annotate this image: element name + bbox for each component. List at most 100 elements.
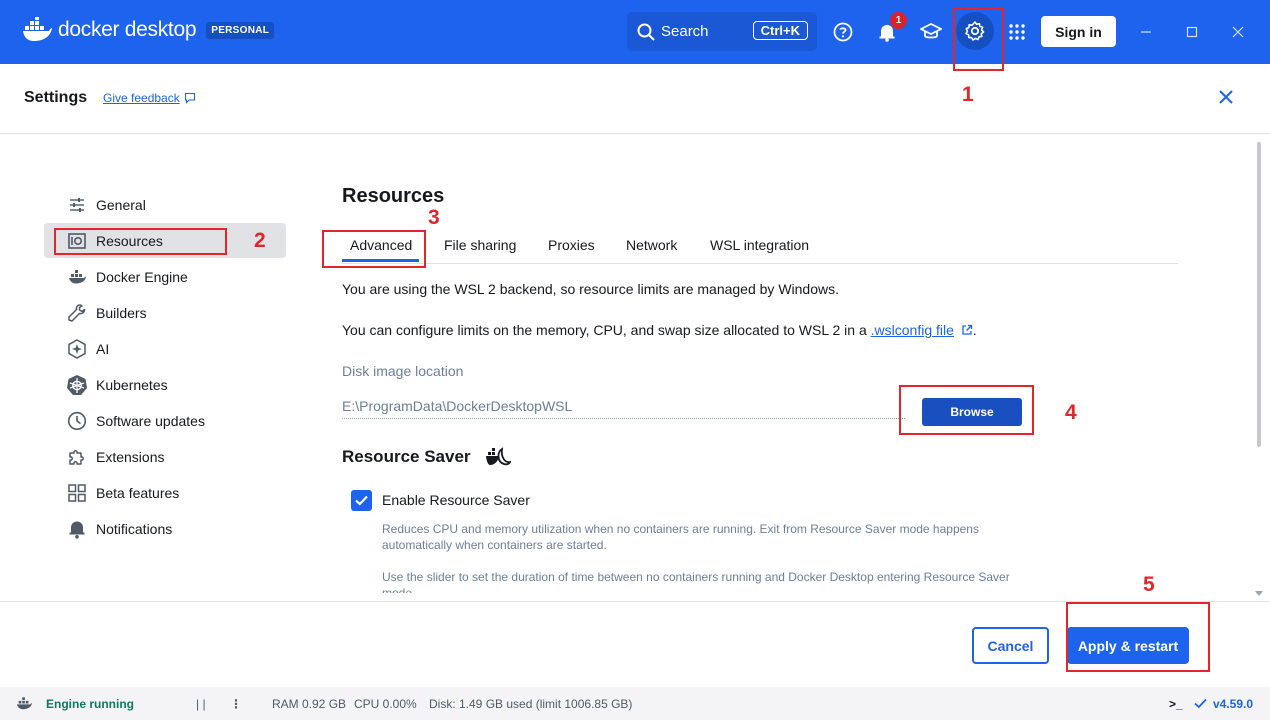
resource-saver-icon <box>485 447 511 466</box>
ai-icon <box>66 338 88 360</box>
annotation-number-4: 4 <box>1065 401 1077 424</box>
sidebar-item-notifications[interactable]: Notifications <box>44 511 286 546</box>
annotation-number-5: 5 <box>1143 573 1155 596</box>
wslconfig-note-text: You can configure limits on the memory, … <box>342 322 871 338</box>
help-icon <box>833 22 853 42</box>
give-feedback-link[interactable]: Give feedback <box>103 91 196 105</box>
tab-wsl-integration[interactable]: WSL integration <box>710 237 809 253</box>
helm-icon <box>66 374 88 396</box>
minimize-icon <box>1141 31 1151 33</box>
wslconfig-note: You can configure limits on the memory, … <box>342 322 977 338</box>
disk-usage: Disk: 1.49 GB used (limit 1006.85 GB) <box>429 697 633 711</box>
sidebar-item-docker-engine[interactable]: Docker Engine <box>44 259 286 294</box>
maximize-icon <box>1186 26 1198 38</box>
sidebar-item-label: AI <box>96 340 110 357</box>
search-label: Search <box>661 23 709 40</box>
wslconfig-note-end: . <box>972 322 977 338</box>
resource-saver-description: Reduces CPU and memory utilization when … <box>382 522 979 552</box>
sidebar-item-kubernetes[interactable]: Kubernetes <box>44 367 286 402</box>
learning-center-button[interactable] <box>915 16 947 48</box>
annotation-number-2: 2 <box>254 229 266 252</box>
sidebar-item-general[interactable]: General <box>44 187 286 222</box>
resource-saver-title: Resource Saver <box>342 447 471 466</box>
feedback-label: Give feedback <box>103 91 180 105</box>
cancel-button[interactable]: Cancel <box>972 627 1049 664</box>
status-bar: Engine running | | ⋮ RAM 0.92 GB CPU 0.0… <box>0 687 1270 720</box>
annotation-number-1: 1 <box>962 83 974 106</box>
section-heading: Resources <box>342 185 445 207</box>
search-icon <box>637 23 655 41</box>
close-icon <box>1219 90 1233 104</box>
sidebar-item-label: Extensions <box>96 448 165 465</box>
enable-resource-saver-label[interactable]: Enable Resource Saver <box>382 492 530 508</box>
notification-count-badge: 1 <box>890 12 907 29</box>
version-label: v4.59.0 <box>1213 697 1254 711</box>
annotation-number-3: 3 <box>428 206 440 229</box>
sidebar-item-label: Builders <box>96 304 147 321</box>
sidebar-item-label: Kubernetes <box>96 376 168 393</box>
wrench-icon <box>66 302 88 324</box>
bell-icon <box>66 518 88 540</box>
minimize-button[interactable] <box>1134 20 1158 44</box>
scroll-down-arrow[interactable] <box>1255 591 1263 596</box>
settings-header: Settings Give feedback <box>0 64 1270 134</box>
page-title: Settings <box>24 89 88 106</box>
external-link-icon <box>962 324 972 335</box>
terminal-button[interactable]: >_ <box>1169 697 1183 711</box>
maximize-button[interactable] <box>1180 20 1204 44</box>
tab-proxies[interactable]: Proxies <box>548 237 595 253</box>
close-icon <box>1232 26 1244 38</box>
graduation-cap-icon <box>920 22 942 39</box>
sidebar-item-ai[interactable]: AI <box>44 331 286 366</box>
sidebar-item-label: Software updates <box>96 412 205 429</box>
sidebar-item-label: General <box>96 196 146 213</box>
top-bar: docker desktop PERSONAL Search Ctrl+K 1 … <box>0 0 1270 64</box>
enable-resource-saver-checkbox[interactable] <box>351 490 372 511</box>
sidebar-item-beta-features[interactable]: Beta features <box>44 475 286 510</box>
apps-grid-button[interactable] <box>1001 16 1033 48</box>
resource-saver-slider-description: Use the slider to set the duration of ti… <box>382 570 1010 593</box>
sidebar-item-software-updates[interactable]: Software updates <box>44 403 286 438</box>
annotation-box-settings <box>953 8 1004 71</box>
disk-image-path-field[interactable]: E:\ProgramData\DockerDesktopWSL <box>342 398 905 419</box>
annotation-box-apply <box>1066 602 1210 672</box>
sidebar-item-label: Notifications <box>96 520 173 537</box>
pause-engine-button[interactable]: | | <box>196 697 206 711</box>
docker-logo: docker desktop PERSONAL <box>22 17 275 43</box>
engine-whale-icon <box>16 697 32 710</box>
resource-saver-heading: Resource Saver <box>342 446 511 468</box>
sliders-icon <box>66 194 88 216</box>
feedback-icon <box>184 92 195 104</box>
annotation-box-resources <box>54 228 227 255</box>
brand-name: docker desktop <box>58 18 197 41</box>
cpu-usage: CPU 0.00% <box>354 697 417 711</box>
tab-network[interactable]: Network <box>626 237 677 253</box>
search-bar[interactable]: Search Ctrl+K <box>627 12 817 51</box>
check-icon <box>1194 698 1207 709</box>
sidebar-item-label: Beta features <box>96 484 180 501</box>
window-close-button[interactable] <box>1226 20 1250 44</box>
annotation-box-browse <box>899 385 1034 435</box>
help-button[interactable] <box>827 16 859 48</box>
disk-image-label: Disk image location <box>342 363 464 379</box>
wslconfig-link[interactable]: .wslconfig file <box>871 322 954 338</box>
clock-icon <box>66 410 88 432</box>
content-scrollbar[interactable] <box>1257 142 1261 447</box>
puzzle-icon <box>66 446 88 468</box>
more-options-button[interactable]: ⋮ <box>230 697 242 711</box>
sign-in-button[interactable]: Sign in <box>1041 16 1116 47</box>
close-settings-button[interactable] <box>1213 84 1239 110</box>
apps-grid-icon <box>1009 24 1025 40</box>
grid-icon <box>66 482 88 504</box>
sidebar-item-extensions[interactable]: Extensions <box>44 439 286 474</box>
tab-file-sharing[interactable]: File sharing <box>444 237 516 253</box>
checkmark-icon <box>355 495 368 506</box>
resources-tabs: Advanced File sharing Proxies Network WS… <box>342 228 1178 264</box>
engine-status: Engine running <box>46 697 134 711</box>
search-shortcut: Ctrl+K <box>752 21 808 40</box>
docker-desktop-window: docker desktop PERSONAL Search Ctrl+K 1 … <box>0 0 1270 720</box>
sidebar-item-builders[interactable]: Builders <box>44 295 286 330</box>
docker-whale-icon <box>23 17 52 41</box>
wsl-backend-note: You are using the WSL 2 backend, so reso… <box>342 281 839 297</box>
ram-usage: RAM 0.92 GB <box>272 697 347 711</box>
